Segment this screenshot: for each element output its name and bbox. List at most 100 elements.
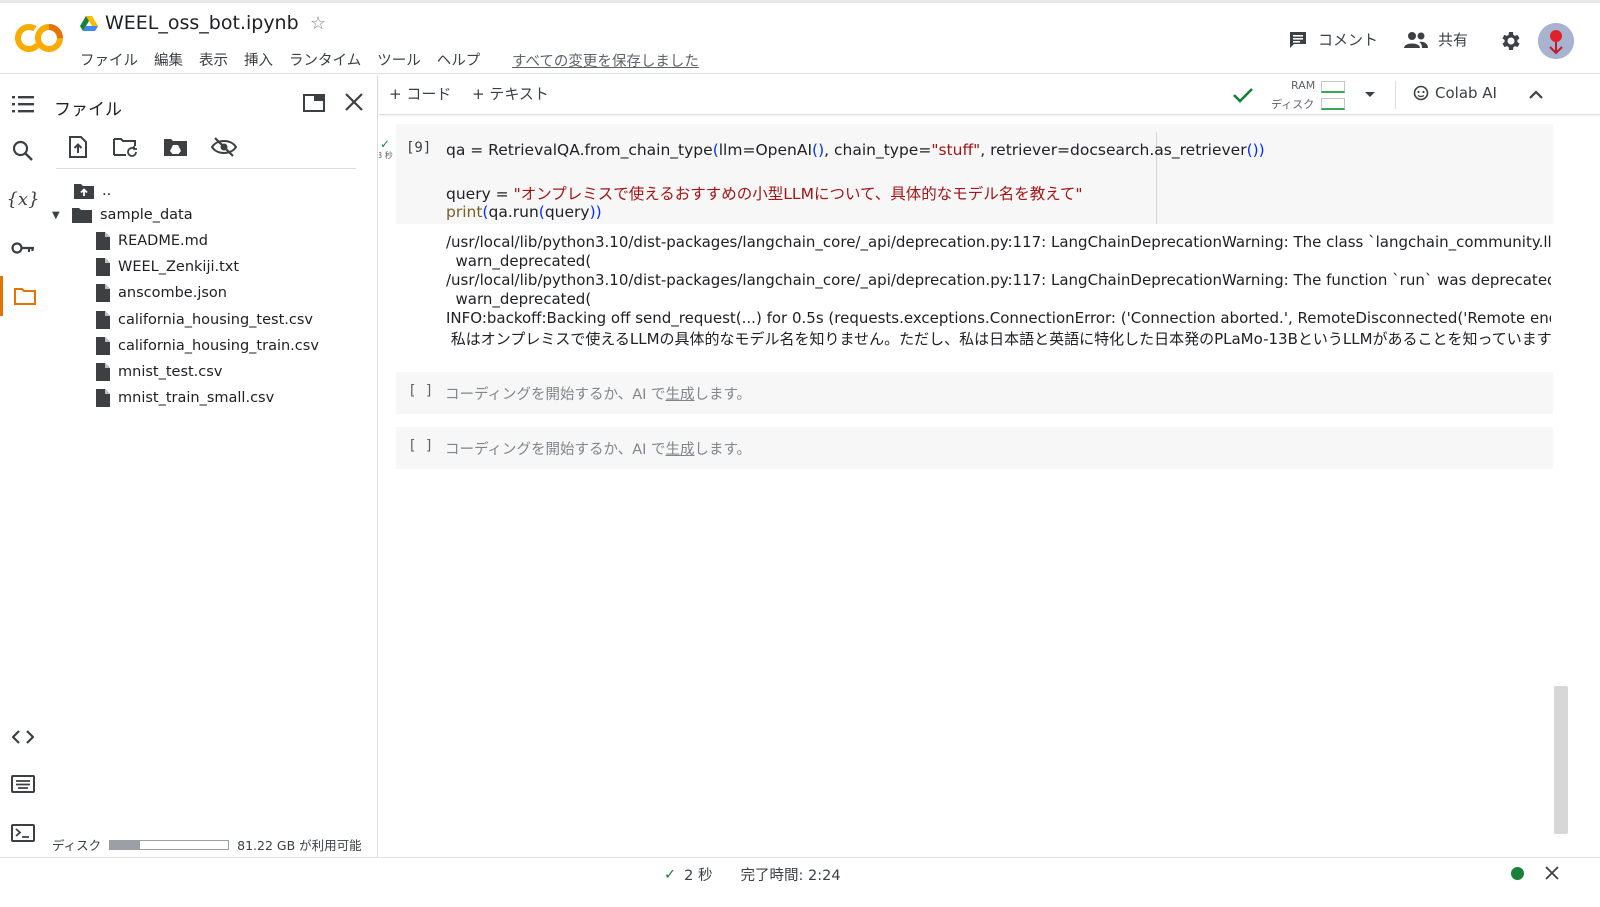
run-duration: 3 秒 xyxy=(379,151,393,160)
command-palette-icon[interactable] xyxy=(0,764,46,804)
folder-icon[interactable] xyxy=(0,276,46,316)
comment-button[interactable]: コメント xyxy=(1288,29,1378,50)
avatar-image xyxy=(1538,23,1574,59)
terminal-icon[interactable] xyxy=(0,813,46,853)
bottom-strip xyxy=(0,887,1600,907)
chevron-up-icon[interactable] xyxy=(1525,84,1547,106)
connected-check-icon[interactable] xyxy=(1231,83,1255,107)
menu-file[interactable]: ファイル xyxy=(80,49,138,70)
output-line: warn_deprecated( xyxy=(446,290,592,308)
file-item[interactable]: anscombe.json xyxy=(96,281,227,305)
placeholder-text: コーディングを開始するか、AI で xyxy=(445,442,666,458)
file-icon xyxy=(96,258,110,277)
key-icon[interactable] xyxy=(0,228,46,268)
ram-label: RAM xyxy=(1291,79,1316,92)
notebook-title[interactable]: WEEL_oss_bot.ipynb xyxy=(105,12,299,34)
mount-drive-icon[interactable] xyxy=(162,133,190,161)
code-line-2[interactable]: query = "オンプレミスで使えるおすすめの小型LLMについて、具体的なモデ… xyxy=(446,182,1083,204)
disk-meter xyxy=(1321,98,1345,110)
menu-runtime[interactable]: ランタイム xyxy=(289,49,361,70)
code-snippets-icon[interactable] xyxy=(0,717,46,757)
code-line-1[interactable]: qa = RetrievalQA.from_chain_type(llm=Ope… xyxy=(446,141,1265,159)
file-name: california_housing_test.csv xyxy=(118,311,313,328)
empty-code-cell[interactable]: [ ] コーディングを開始するか、AI で生成します。 xyxy=(396,427,1553,469)
code-token: query = xyxy=(446,185,514,203)
upload-file-icon[interactable] xyxy=(64,133,92,161)
toc-icon[interactable] xyxy=(0,84,46,124)
execution-status[interactable]: ✓ 2 秒 完了時間: 2:24 xyxy=(664,864,841,885)
file-item[interactable]: california_housing_train.csv xyxy=(96,334,319,358)
open-in-tab-icon[interactable] xyxy=(302,91,326,115)
add-text-button[interactable]: + テキスト xyxy=(472,83,549,104)
caret-down-icon[interactable]: ▼ xyxy=(52,210,64,221)
file-item[interactable]: README.md xyxy=(96,229,208,253)
run-cell-button[interactable]: [ ] xyxy=(408,383,433,399)
code-cell[interactable]: ✓ 3 秒 [9] qa = RetrievalQA.from_chain_ty… xyxy=(379,124,1553,224)
side-rail: {x} xyxy=(0,75,46,877)
menu-tools[interactable]: ツール xyxy=(377,49,421,70)
placeholder-text: コーディングを開始するか、AI で xyxy=(445,387,666,403)
disk-usage-fill xyxy=(110,840,140,849)
code-line-3[interactable]: print(qa.run(query)) xyxy=(446,203,602,221)
file-icon xyxy=(96,389,110,408)
generate-link[interactable]: 生成 xyxy=(666,442,695,458)
code-token: ()) xyxy=(1246,141,1265,159)
file-item[interactable]: california_housing_test.csv xyxy=(96,308,313,332)
connection-status-dot[interactable] xyxy=(1511,867,1524,880)
colab-ai-button[interactable]: Colab AI xyxy=(1413,84,1497,102)
avatar[interactable] xyxy=(1538,23,1574,59)
colab-logo[interactable] xyxy=(14,21,64,55)
code-token: llm=OpenAI xyxy=(718,141,813,159)
run-success-check-icon: ✓ xyxy=(379,137,391,151)
close-icon[interactable] xyxy=(1544,865,1560,881)
generate-link[interactable]: 生成 xyxy=(666,387,695,403)
add-code-button[interactable]: + コード xyxy=(389,83,451,104)
file-item[interactable]: mnist_train_small.csv xyxy=(96,386,274,410)
code-token: "オンプレミスで使えるおすすめの小型LLMについて、具体的なモデル名を教えて" xyxy=(513,185,1083,203)
status-bar: ✓ 2 秒 完了時間: 2:24 xyxy=(0,857,1600,887)
empty-code-cell[interactable]: [ ] コーディングを開始するか、AI で生成します。 xyxy=(396,372,1553,414)
resource-monitor[interactable]: RAM ディスク xyxy=(1267,77,1347,113)
menu-edit[interactable]: 編集 xyxy=(154,49,183,70)
google-drive-icon[interactable] xyxy=(80,16,98,32)
file-item[interactable]: mnist_test.csv xyxy=(96,360,222,384)
comment-icon xyxy=(1290,31,1306,48)
code-token: , retriever=docsearch.as_retriever xyxy=(980,141,1247,159)
tree-parent-label: .. xyxy=(102,183,112,199)
status-check-icon: ✓ xyxy=(664,866,677,883)
star-icon[interactable]: ☆ xyxy=(310,13,326,34)
search-icon[interactable] xyxy=(0,131,46,171)
hide-files-icon[interactable] xyxy=(210,133,238,161)
code-token: qa = RetrievalQA.from_chain_type xyxy=(446,141,713,159)
cell-placeholder: コーディングを開始するか、AI で生成します。 xyxy=(445,383,751,404)
folder-up-icon xyxy=(74,184,94,199)
menu-help[interactable]: ヘルプ xyxy=(437,49,481,70)
menu-insert[interactable]: 挿入 xyxy=(244,49,273,70)
share-button[interactable]: 共有 xyxy=(1404,29,1468,50)
file-name: mnist_train_small.csv xyxy=(118,390,275,407)
file-item[interactable]: WEEL_Zenkiji.txt xyxy=(96,255,239,279)
variables-icon[interactable]: {x} xyxy=(0,179,46,219)
tree-folder-sample-data[interactable]: ▼ sample_data xyxy=(52,203,193,227)
refresh-folder-icon[interactable] xyxy=(112,133,140,161)
disk-label: ディスク xyxy=(52,838,102,853)
file-icon xyxy=(96,232,110,250)
folder-icon xyxy=(72,208,92,223)
scrollbar[interactable] xyxy=(1554,686,1568,834)
file-icon xyxy=(96,310,110,329)
save-status-link[interactable]: すべての変更を保存しました xyxy=(512,50,699,71)
output-line: warn_deprecated( xyxy=(446,252,592,270)
colab-ai-label: Colab AI xyxy=(1435,84,1497,102)
disk-usage: ディスク 81.22 GB が利用可能 xyxy=(52,835,362,854)
close-icon[interactable] xyxy=(342,90,366,114)
code-token: qa.run xyxy=(488,203,539,221)
gear-icon[interactable] xyxy=(1498,29,1522,53)
cell-run-status[interactable]: ✓ 3 秒 xyxy=(379,138,396,161)
run-cell-button[interactable]: [ ] xyxy=(408,438,433,454)
chevron-down-icon[interactable] xyxy=(1361,85,1379,103)
folder-label: sample_data xyxy=(100,207,193,223)
tree-parent-folder[interactable]: .. xyxy=(74,179,111,203)
menu-view[interactable]: 表示 xyxy=(199,49,228,70)
code-token: print xyxy=(446,203,483,221)
completed-time: 完了時間: 2:24 xyxy=(740,868,841,884)
